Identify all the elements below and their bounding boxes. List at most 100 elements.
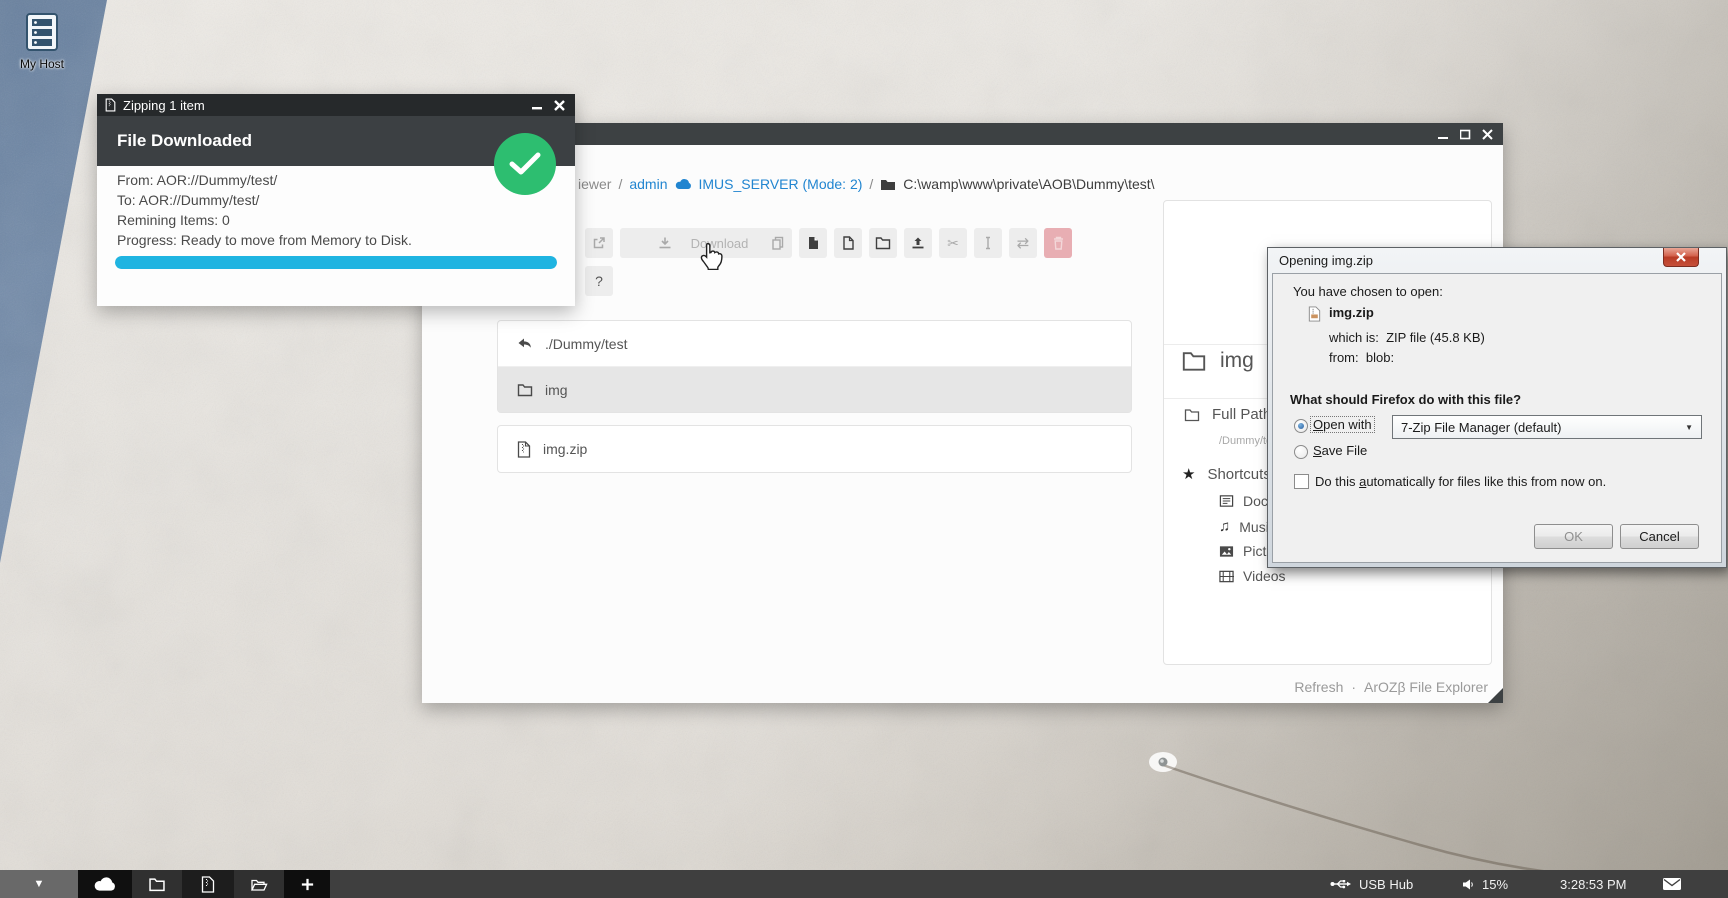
question-text: What should Firefox do with this file? xyxy=(1290,392,1521,407)
close-button[interactable] xyxy=(1663,248,1699,267)
dialog-title: Opening img.zip xyxy=(1279,253,1373,268)
shortcuts-row: ★ Shortcuts xyxy=(1182,465,1271,483)
zipping-title: Zipping 1 item xyxy=(123,98,205,113)
scissors-icon: ✂ xyxy=(947,235,959,252)
close-icon[interactable] xyxy=(554,100,565,111)
open-with-dropdown[interactable]: 7-Zip File Manager (default) ▼ xyxy=(1392,415,1702,439)
maximize-icon[interactable] xyxy=(1460,129,1471,140)
download-icon xyxy=(657,235,673,251)
taskbar-item-new[interactable] xyxy=(284,870,330,898)
hand-cursor xyxy=(700,242,724,270)
usb-icon xyxy=(1330,878,1352,890)
taskbar-item-cloud[interactable] xyxy=(78,870,132,898)
explorer-titlebar[interactable] xyxy=(422,123,1503,145)
desktop-icon-my-host[interactable]: My Host xyxy=(10,12,74,71)
usb-label: USB Hub xyxy=(1359,877,1413,892)
zipping-titlebar[interactable]: Zipping 1 item xyxy=(97,94,575,116)
minimize-icon[interactable] xyxy=(1438,129,1449,140)
breadcrumb-clipped-text[interactable]: iewer xyxy=(578,176,611,192)
new-file-button[interactable] xyxy=(834,228,862,258)
progress-line: Progress: Ready to move from Memory to D… xyxy=(117,232,412,248)
from-label: from: xyxy=(1329,350,1359,365)
do-automatically-label[interactable]: Do this automatically for files like thi… xyxy=(1315,474,1606,489)
save-file-radio[interactable] xyxy=(1294,445,1308,459)
taskbar-item-open-folder[interactable] xyxy=(234,870,284,898)
videos-icon xyxy=(1219,570,1234,583)
taskbar-item-zip[interactable] xyxy=(182,870,234,898)
which-is-label: which is: xyxy=(1329,330,1379,345)
clock-value: 3:28:53 PM xyxy=(1560,877,1627,892)
arrow-down-icon: ▼ xyxy=(34,878,45,890)
cloud-icon xyxy=(675,178,692,190)
sidebar-item-videos[interactable]: Videos xyxy=(1219,568,1286,584)
list-item-parent-dir[interactable]: ./Dummy/test xyxy=(498,321,1131,366)
open-with-radio[interactable] xyxy=(1294,419,1308,433)
which-is-row: which is: ZIP file (45.8 KB) xyxy=(1329,330,1485,345)
swap-arrows-icon: ⇄ xyxy=(1017,234,1030,252)
auto-rest: utomatically for files like this from no… xyxy=(1366,474,1606,489)
zip-file-icon xyxy=(105,98,116,112)
documents-icon xyxy=(1219,494,1234,508)
folder-icon xyxy=(1181,350,1207,372)
breadcrumb-path[interactable]: C:\wamp\www\private\AOB\Dummy\test\ xyxy=(903,176,1154,192)
close-icon xyxy=(1676,252,1686,262)
save-text: ave File xyxy=(1322,443,1368,458)
bullet-separator: · xyxy=(1351,679,1356,695)
intro-text: You have chosen to open: xyxy=(1293,284,1443,299)
file-name: img.zip xyxy=(1329,305,1374,320)
zip-file-icon xyxy=(201,876,215,893)
save-file-label[interactable]: Save File xyxy=(1313,443,1367,458)
minimize-icon[interactable] xyxy=(532,100,543,111)
zip-file-icon xyxy=(517,441,531,458)
app-name: ArOZβ File Explorer xyxy=(1364,679,1488,695)
open-external-button[interactable] xyxy=(585,228,613,258)
taskbar-usb[interactable]: USB Hub xyxy=(1330,870,1413,898)
taskbar-messages[interactable] xyxy=(1662,870,1682,898)
close-icon[interactable] xyxy=(1482,129,1493,140)
open-with-label[interactable]: Open with xyxy=(1311,417,1374,432)
help-label: ? xyxy=(595,273,603,289)
trash-icon xyxy=(1051,235,1066,251)
dropdown-value: 7-Zip File Manager (default) xyxy=(1401,420,1561,435)
open-with-text: pen with xyxy=(1323,417,1371,432)
file-name: ./Dummy/test xyxy=(545,336,627,352)
upload-icon xyxy=(910,235,926,251)
remaining-line: Remining Items: 0 xyxy=(117,212,230,228)
external-link-icon xyxy=(591,235,607,251)
paste-icon xyxy=(805,235,821,251)
music-icon: ♫ xyxy=(1219,518,1230,535)
paste-button[interactable] xyxy=(799,228,827,258)
copy-button[interactable] xyxy=(764,228,792,258)
ibeam-icon xyxy=(980,235,996,251)
help-button[interactable]: ? xyxy=(585,266,613,296)
cancel-button[interactable]: Cancel xyxy=(1620,524,1699,549)
rename-button[interactable] xyxy=(974,228,1002,258)
dialog-body: You have chosen to open: img.zip which i… xyxy=(1272,273,1722,563)
list-item-img-folder[interactable]: img xyxy=(498,366,1131,412)
do-automatically-checkbox[interactable] xyxy=(1294,474,1309,489)
taskbar-expand-button[interactable]: ▼ xyxy=(0,870,78,898)
cut-button[interactable]: ✂ xyxy=(939,228,967,258)
new-folder-button[interactable] xyxy=(869,228,897,258)
taskbar-clock[interactable]: 3:28:53 PM xyxy=(1560,870,1627,898)
upload-button[interactable] xyxy=(904,228,932,258)
from-row: from: blob: xyxy=(1329,350,1394,365)
delete-button[interactable] xyxy=(1044,228,1072,258)
taskbar-volume[interactable]: 15% xyxy=(1462,870,1508,898)
pictures-icon xyxy=(1219,545,1234,558)
refresh-link[interactable]: Refresh xyxy=(1294,679,1343,695)
ok-button[interactable]: OK xyxy=(1534,524,1613,549)
taskbar-item-folder[interactable] xyxy=(132,870,182,898)
breadcrumb-server[interactable]: IMUS_SERVER (Mode: 2) xyxy=(699,176,863,192)
list-item-img-zip[interactable]: img.zip xyxy=(498,426,1131,472)
progress-bar xyxy=(115,256,557,269)
firefox-opening-dialog: Opening img.zip You have chosen to open:… xyxy=(1267,247,1727,568)
full-path-row: Full Path xyxy=(1184,406,1271,423)
folder-icon xyxy=(517,383,533,397)
breadcrumb-user[interactable]: admin xyxy=(629,176,667,192)
new-folder-icon xyxy=(875,236,891,250)
statusbar: Refresh · ArOZβ File Explorer xyxy=(1294,679,1488,695)
swap-button[interactable]: ⇄ xyxy=(1009,228,1037,258)
resize-handle[interactable] xyxy=(1488,688,1503,703)
cloud-icon xyxy=(93,876,117,892)
